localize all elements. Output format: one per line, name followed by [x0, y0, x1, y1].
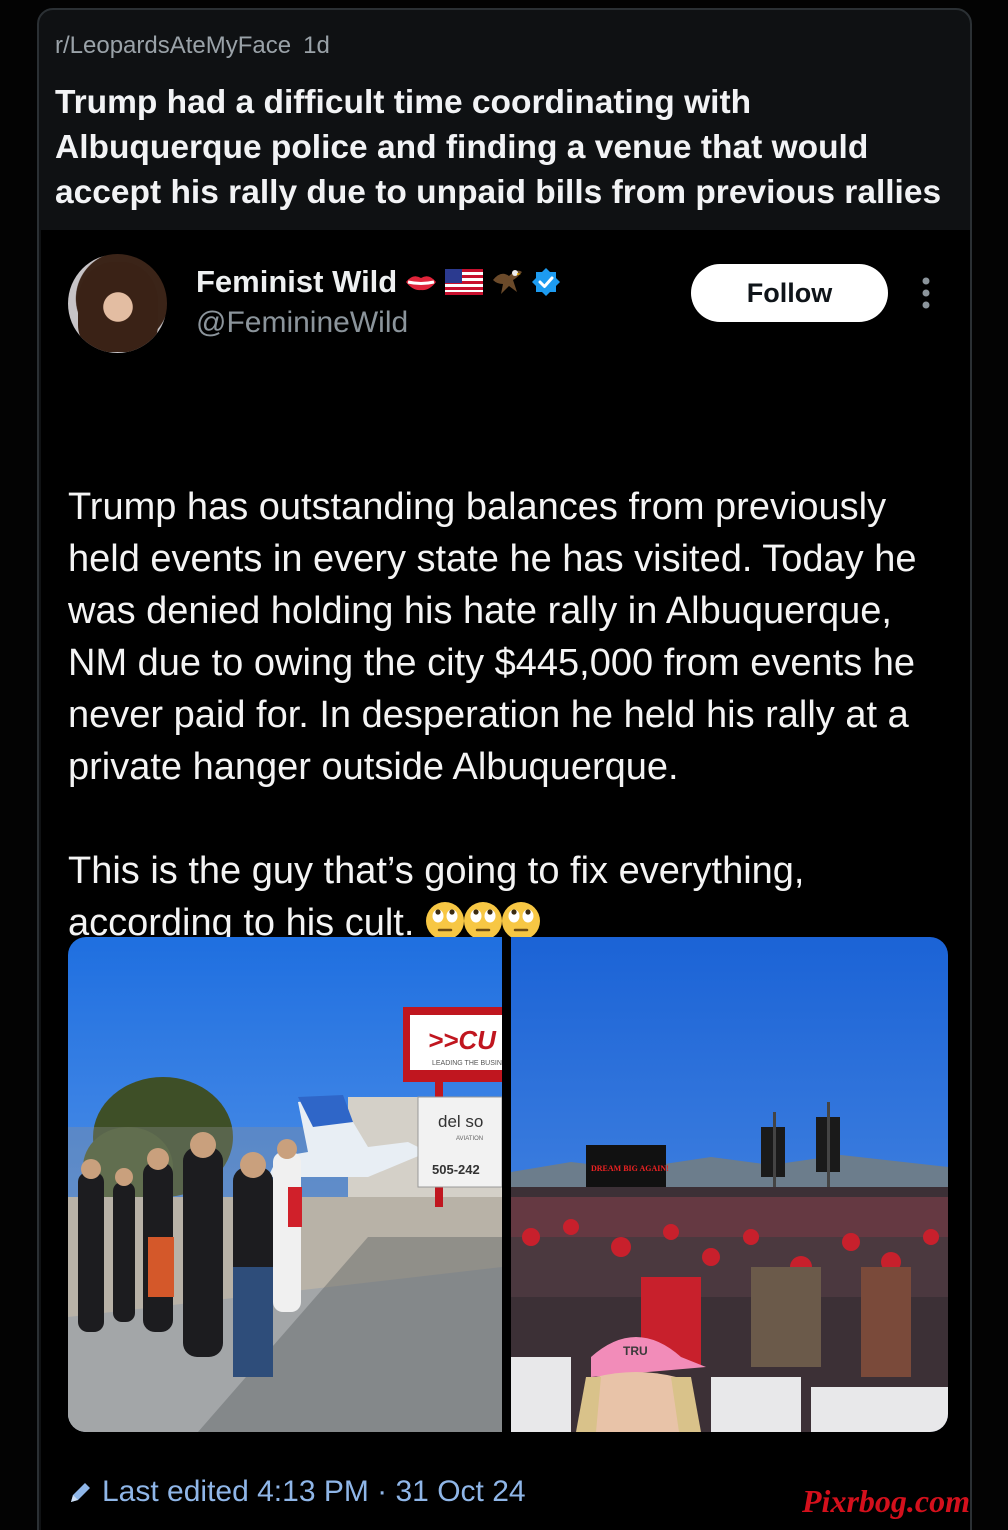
sign-delsol-text: del so	[438, 1112, 483, 1131]
eagle-icon	[493, 270, 523, 294]
face-with-rolling-eyes-icon	[463, 902, 502, 940]
follow-button[interactable]: Follow	[691, 264, 888, 322]
tweet-author-row: Feminist Wild	[196, 264, 561, 300]
verified-badge-icon	[532, 268, 561, 296]
watermark: Pixrbog.com	[802, 1483, 970, 1519]
post-meta: r/LeopardsAteMyFace 1d	[55, 32, 330, 60]
photo-right-canvas: DREAM BIG AGAIN! TRU	[511, 937, 948, 1432]
sign-delsol-sub: AVIATION	[456, 1136, 483, 1142]
sign-delsol-phone: 505-242	[432, 1162, 480, 1177]
tweet-footer: Last edited 4:13 PM · 31 Oct 24	[68, 1475, 526, 1509]
sign-cu-sub: LEADING THE BUSIN	[432, 1060, 502, 1067]
photo-left-canvas: >>CU LEADING THE BUSIN del so AVIATION 5…	[68, 937, 502, 1432]
us-flag-icon	[445, 269, 484, 295]
photo-queue-outside-hangar[interactable]: >>CU LEADING THE BUSIN del so AVIATION 5…	[68, 937, 502, 1432]
lips-icon	[406, 276, 437, 291]
last-edited-link[interactable]: Last edited 4:13 PM · 31 Oct 24	[102, 1475, 526, 1509]
face-with-rolling-eyes-icon	[501, 902, 540, 940]
author-handle[interactable]: @FeminineWild	[196, 306, 408, 340]
sign-cu-text: >>CU	[428, 1025, 497, 1055]
face-with-rolling-eyes-icon	[425, 902, 464, 940]
rally-screen-text: DREAM BIG AGAIN!	[591, 1164, 669, 1173]
post-title[interactable]: Trump had a difficult time coordinating …	[55, 80, 960, 215]
hat-text: TRU	[623, 1344, 648, 1358]
pencil-icon	[71, 1483, 90, 1502]
tweet-paragraph-1: Trump has outstanding balances from prev…	[68, 486, 928, 788]
photo-rally-crowd[interactable]: DREAM BIG AGAIN! TRU	[511, 937, 948, 1432]
reddit-post-card[interactable]: r/LeopardsAteMyFace 1d Trump had a diffic…	[37, 8, 972, 1530]
tweet-paragraph-2: This is the guy that’s going to fix ever…	[68, 845, 948, 949]
post-age: 1d	[303, 32, 330, 59]
more-options-icon[interactable]	[919, 275, 933, 311]
author-display-name[interactable]: Feminist Wild	[196, 264, 397, 300]
subreddit-link[interactable]: r/LeopardsAteMyFace	[55, 32, 291, 59]
tweet-media: >>CU LEADING THE BUSIN del so AVIATION 5…	[68, 937, 948, 1432]
avatar[interactable]	[68, 254, 167, 353]
embedded-tweet: Feminist Wild @FeminineWild Follow Trump…	[41, 230, 970, 1530]
